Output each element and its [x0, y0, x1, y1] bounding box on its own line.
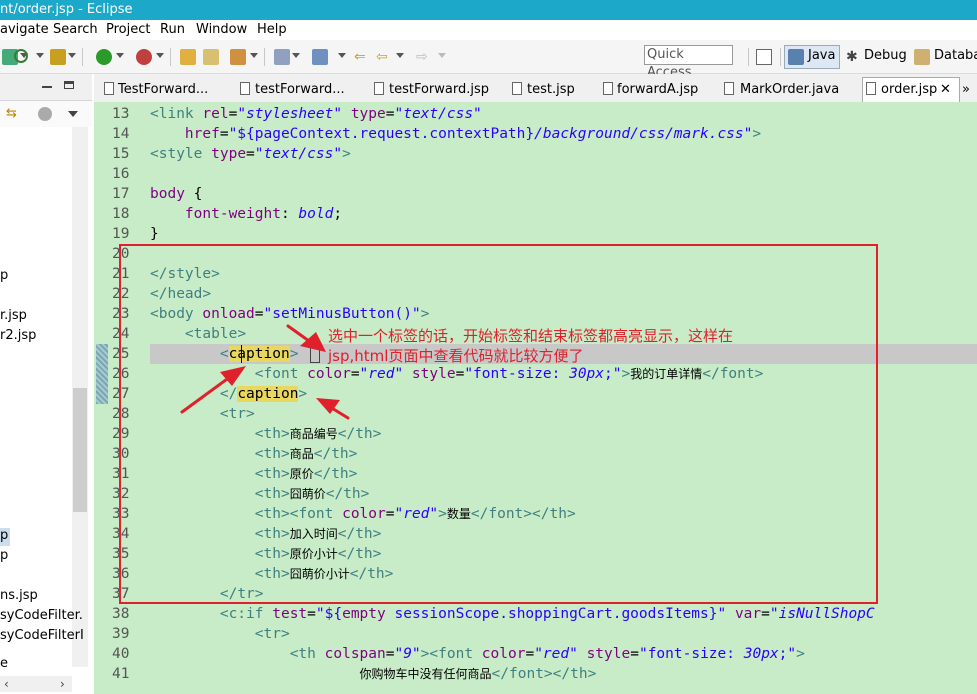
- arrow-head-open: [300, 332, 326, 352]
- annotation-arrows: [180, 324, 350, 420]
- arrow-to-caption: [180, 372, 236, 414]
